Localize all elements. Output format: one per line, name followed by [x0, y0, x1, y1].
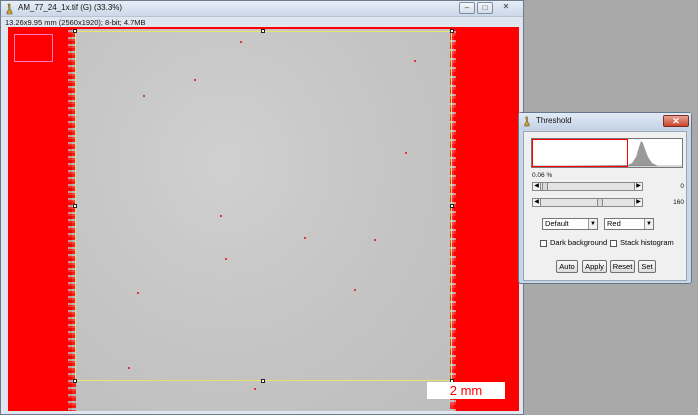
threshold-speck: [304, 237, 306, 239]
max-slider-thumb[interactable]: [597, 199, 603, 206]
image-info: 13.26x9.95 mm (2560x1920); 8-bit; 4.7MB: [5, 18, 146, 27]
threshold-speck: [143, 95, 145, 97]
max-threshold-slider[interactable]: ◀ ▶: [532, 198, 643, 207]
scale-bar-label: 2 mm: [449, 383, 483, 398]
roi-handle[interactable]: [73, 204, 77, 208]
chevron-down-icon: ▼: [644, 219, 653, 229]
stack-histogram-checkbox[interactable]: [610, 240, 617, 247]
auto-button[interactable]: Auto: [556, 260, 578, 273]
dark-background-checkbox[interactable]: [540, 240, 547, 247]
threshold-speck: [240, 41, 242, 43]
set-button[interactable]: Set: [638, 260, 656, 273]
minimize-button[interactable]: –: [459, 2, 475, 14]
scale-bar: 2 mm: [427, 382, 505, 399]
color-select-value: Red: [607, 219, 621, 228]
method-select-value: Default: [545, 219, 569, 228]
slider-left-arrow[interactable]: ◀: [532, 182, 541, 191]
chevron-down-icon: ▼: [588, 219, 597, 229]
roi-handle[interactable]: [261, 379, 265, 383]
stack-histogram-label: Stack histogram: [620, 238, 674, 247]
threshold-close-button[interactable]: ✕: [663, 115, 689, 127]
image-window: AM_77_24_1x.tif (G) (33.3%) – □ ✕ 13.26x…: [0, 0, 524, 415]
close-button[interactable]: ✕: [498, 2, 514, 14]
roi-handle[interactable]: [73, 29, 77, 33]
slider-right-arrow[interactable]: ▶: [634, 198, 643, 207]
roi-handle[interactable]: [450, 29, 454, 33]
threshold-speck: [225, 258, 227, 260]
method-select[interactable]: Default ▼: [542, 218, 598, 230]
threshold-speck: [254, 388, 256, 390]
threshold-dialog: Threshold ✕ 0.06 % ◀ ▶ 0 ◀ ▶ 160 Default: [518, 112, 692, 284]
threshold-speck: [194, 79, 196, 81]
threshold-speck: [354, 289, 356, 291]
image-window-title: AM_77_24_1x.tif (G) (33.3%): [18, 3, 123, 12]
roi-handle[interactable]: [450, 204, 454, 208]
threshold-speck: [128, 367, 130, 369]
reset-button[interactable]: Reset: [610, 260, 635, 273]
histogram-threshold-range: [532, 139, 628, 167]
threshold-speck: [405, 152, 407, 154]
min-threshold-slider[interactable]: ◀ ▶: [532, 182, 643, 191]
histogram: [531, 138, 683, 168]
slider-right-arrow[interactable]: ▶: [634, 182, 643, 191]
imagej-microscope-icon: [6, 3, 13, 15]
min-threshold-value: 0: [680, 183, 684, 190]
roi-handle[interactable]: [261, 29, 265, 33]
min-slider-thumb[interactable]: [542, 183, 548, 190]
dark-background-label: Dark background: [550, 238, 608, 247]
threshold-speck: [414, 60, 416, 62]
threshold-speck: [220, 215, 222, 217]
threshold-titlebar[interactable]: Threshold ✕: [519, 113, 691, 130]
slider-left-arrow[interactable]: ◀: [532, 198, 541, 207]
threshold-speck: [137, 292, 139, 294]
image-window-titlebar[interactable]: AM_77_24_1x.tif (G) (33.3%) – □ ✕: [1, 1, 523, 17]
restore-button[interactable]: □: [477, 2, 493, 14]
threshold-speck: [374, 239, 376, 241]
imagej-microscope-icon: [524, 116, 530, 127]
threshold-title: Threshold: [536, 116, 572, 125]
navigator-rectangle: [14, 34, 53, 62]
roi-rectangle[interactable]: [75, 31, 452, 381]
roi-handle[interactable]: [73, 379, 77, 383]
threshold-percentage: 0.06 %: [532, 172, 553, 179]
threshold-panel: 0.06 % ◀ ▶ 0 ◀ ▶ 160 Default ▼ Red ▼ Dar…: [523, 131, 687, 281]
max-threshold-value: 160: [673, 199, 684, 206]
image-canvas[interactable]: 2 mm: [8, 27, 519, 411]
apply-button[interactable]: Apply: [582, 260, 607, 273]
color-select[interactable]: Red ▼: [604, 218, 654, 230]
